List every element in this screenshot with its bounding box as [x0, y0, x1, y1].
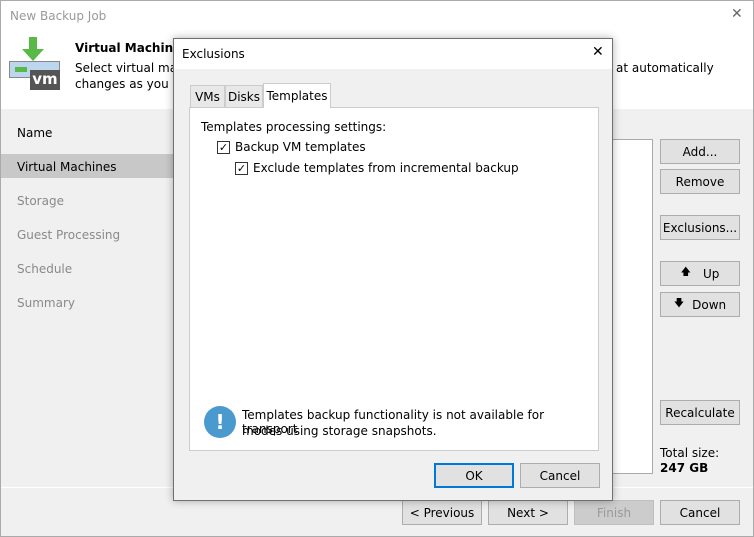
add-button[interactable]: Add...: [660, 139, 740, 164]
arrow-down-icon: 🡇: [673, 298, 685, 309]
backup-templates-label: Backup VM templates: [235, 140, 366, 154]
next-button[interactable]: Next >: [488, 500, 568, 525]
remove-button[interactable]: Remove: [660, 169, 740, 194]
window-title: New Backup Job: [10, 9, 107, 23]
header-desc-1-tail: at automatically: [616, 61, 714, 75]
recalculate-button[interactable]: Recalculate: [660, 400, 740, 425]
ok-button[interactable]: OK: [434, 463, 514, 488]
dialog-close-icon[interactable]: ✕: [592, 44, 604, 60]
up-button[interactable]: 🡅 Up: [660, 261, 740, 286]
nav-guest-processing[interactable]: Guest Processing: [17, 228, 120, 242]
nav-virtual-machines[interactable]: Virtual Machines: [17, 160, 117, 174]
nav-summary[interactable]: Summary: [17, 296, 75, 310]
total-size-value: 247 GB: [660, 461, 709, 475]
nav-name[interactable]: Name: [17, 126, 52, 140]
finish-button[interactable]: Finish: [574, 500, 654, 525]
exclusions-button[interactable]: Exclusions...: [660, 215, 740, 240]
info-line-2: modes using storage snapshots.: [242, 424, 437, 438]
group-label: Templates processing settings:: [201, 120, 387, 134]
nav-storage[interactable]: Storage: [17, 194, 64, 208]
down-button[interactable]: 🡇 Down: [660, 292, 740, 317]
exclusions-dialog: Exclusions ✕ VMs Disks Templates Templat…: [173, 38, 613, 501]
exclude-incremental-label: Exclude templates from incremental backu…: [253, 161, 519, 175]
tab-disks[interactable]: Disks: [225, 85, 263, 107]
total-size-label: Total size:: [660, 446, 720, 460]
tab-vms[interactable]: VMs: [190, 85, 225, 107]
info-icon: !: [204, 406, 236, 438]
previous-button[interactable]: < Previous: [402, 500, 482, 525]
exclude-incremental-checkbox[interactable]: ✓: [235, 162, 248, 175]
vm-icon: vm: [9, 37, 61, 90]
close-icon[interactable]: ✕: [731, 6, 743, 22]
templates-panel: Templates processing settings: ✓ Backup …: [189, 107, 599, 451]
header-title: Virtual Machines: [75, 41, 189, 55]
header-desc-2: changes as you ad: [75, 77, 188, 91]
dialog-title: Exclusions: [182, 47, 245, 61]
arrow-up-icon: 🡅: [680, 267, 691, 278]
dialog-titlebar: Exclusions ✕: [174, 39, 612, 69]
cancel-button[interactable]: Cancel: [660, 500, 740, 525]
backup-templates-checkbox[interactable]: ✓: [217, 141, 230, 154]
dialog-cancel-button[interactable]: Cancel: [520, 463, 600, 488]
nav-schedule[interactable]: Schedule: [17, 262, 72, 276]
tab-templates[interactable]: Templates: [263, 83, 331, 108]
